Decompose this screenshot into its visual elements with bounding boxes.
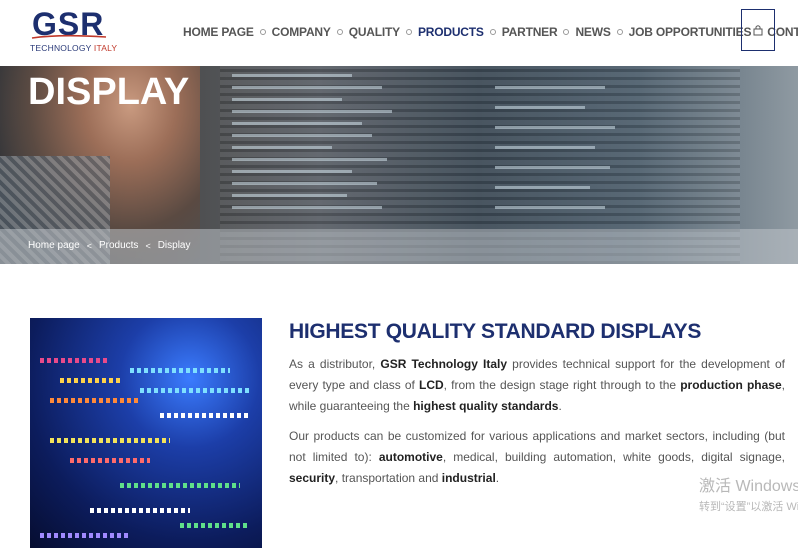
nav-partner[interactable]: PARTNER: [502, 25, 558, 39]
lock-button[interactable]: [741, 9, 775, 51]
code-line-graphic: [495, 186, 590, 189]
led-dots-graphic: [40, 533, 130, 538]
nav-separator-icon: [616, 29, 623, 35]
section-heading: HIGHEST QUALITY STANDARD DISPLAYS: [289, 320, 702, 343]
text-run: .: [495, 471, 500, 485]
breadcrumb: Home page < Products < Display: [28, 240, 191, 251]
led-dots-graphic: [50, 438, 170, 443]
code-line-graphic: [232, 206, 382, 209]
nav-separator-icon: [489, 29, 496, 35]
main-nav: HOME PAGE COMPANY QUALITY PRODUCTS PARTN…: [183, 22, 798, 42]
nav-separator-icon: [336, 29, 343, 35]
breadcrumb-current: Display: [157, 240, 191, 251]
led-dots-graphic: [40, 358, 110, 363]
code-line-graphic: [232, 182, 377, 185]
nav-job-opportunities[interactable]: JOB OPPORTUNITIES: [629, 25, 752, 39]
code-line-graphic: [232, 98, 342, 101]
site-logo[interactable]: GSR TECHNOLOGY ITALY: [30, 6, 117, 56]
nav-company[interactable]: COMPANY: [272, 25, 331, 39]
code-line-graphic: [232, 194, 347, 197]
text-run: , transportation and: [335, 471, 442, 485]
logo-tagline: TECHNOLOGY ITALY: [30, 43, 117, 53]
text-run: As a distributor,: [289, 357, 381, 371]
code-line-graphic: [495, 206, 605, 209]
code-line-graphic: [232, 74, 352, 77]
code-line-graphic: [495, 146, 595, 149]
nav-products[interactable]: PRODUCTS: [418, 25, 484, 39]
bold-run: highest quality standards: [413, 399, 559, 413]
text-run: , medical, building automation, white go…: [442, 450, 785, 464]
led-dots-graphic: [50, 398, 140, 403]
watermark-line-2: 转到“设置”以激活 Windows。: [699, 501, 798, 513]
text-run: .: [558, 399, 562, 413]
code-line-graphic: [232, 146, 332, 149]
led-dots-graphic: [90, 508, 190, 513]
code-line-graphic: [232, 122, 362, 125]
code-line-graphic: [232, 134, 372, 137]
led-dots-graphic: [120, 483, 240, 488]
code-line-graphic: [232, 110, 392, 113]
bold-run: LCD: [418, 378, 444, 392]
led-display-image: [30, 318, 262, 548]
bold-run: security: [289, 471, 336, 485]
intro-paragraph: As a distributor, GSR Technology Italy p…: [289, 354, 785, 417]
code-line-graphic: [495, 126, 615, 129]
nav-separator-icon: [563, 29, 570, 35]
bold-run: GSR Technology Italy: [380, 357, 508, 371]
code-line-graphic: [232, 86, 382, 89]
watermark-line-1: 激活 Windows: [699, 478, 798, 495]
bold-run: automotive: [378, 450, 443, 464]
nav-home-page[interactable]: HOME PAGE: [183, 25, 254, 39]
breadcrumb-chevron-icon: <: [86, 240, 92, 251]
nav-quality[interactable]: QUALITY: [349, 25, 400, 39]
breadcrumb-chevron-icon: <: [145, 240, 151, 251]
site-header: GSR TECHNOLOGY ITALY HOME PAGE COMPANY Q…: [0, 0, 798, 66]
code-line-graphic: [495, 106, 585, 109]
nav-separator-icon: [259, 29, 266, 35]
text-run: , from the design stage right through to…: [443, 378, 681, 392]
bold-run: industrial: [441, 471, 496, 485]
logo-swoosh-icon: [31, 34, 107, 39]
breadcrumb-products[interactable]: Products: [99, 240, 138, 251]
led-dots-graphic: [180, 523, 250, 528]
breadcrumb-home[interactable]: Home page: [28, 240, 80, 251]
code-line-graphic: [232, 158, 387, 161]
bold-run: production phase: [680, 378, 782, 392]
logo-tagline-a: TECHNOLOGY: [30, 43, 94, 53]
page-title: DISPLAY: [28, 71, 190, 113]
led-dots-graphic: [70, 458, 150, 463]
led-dots-graphic: [140, 388, 250, 393]
lock-icon: [753, 25, 763, 36]
logo-tagline-b: ITALY: [93, 43, 118, 53]
windows-activation-watermark: 激活 Windows 转到“设置”以激活 Windows。: [699, 477, 798, 515]
led-dots-graphic: [60, 378, 120, 383]
nav-news[interactable]: NEWS: [575, 25, 610, 39]
code-line-graphic: [495, 86, 605, 89]
led-dots-graphic: [130, 368, 230, 373]
code-line-graphic: [495, 166, 610, 169]
nav-separator-icon: [405, 29, 412, 35]
led-dots-graphic: [160, 413, 250, 418]
code-line-graphic: [232, 170, 352, 173]
